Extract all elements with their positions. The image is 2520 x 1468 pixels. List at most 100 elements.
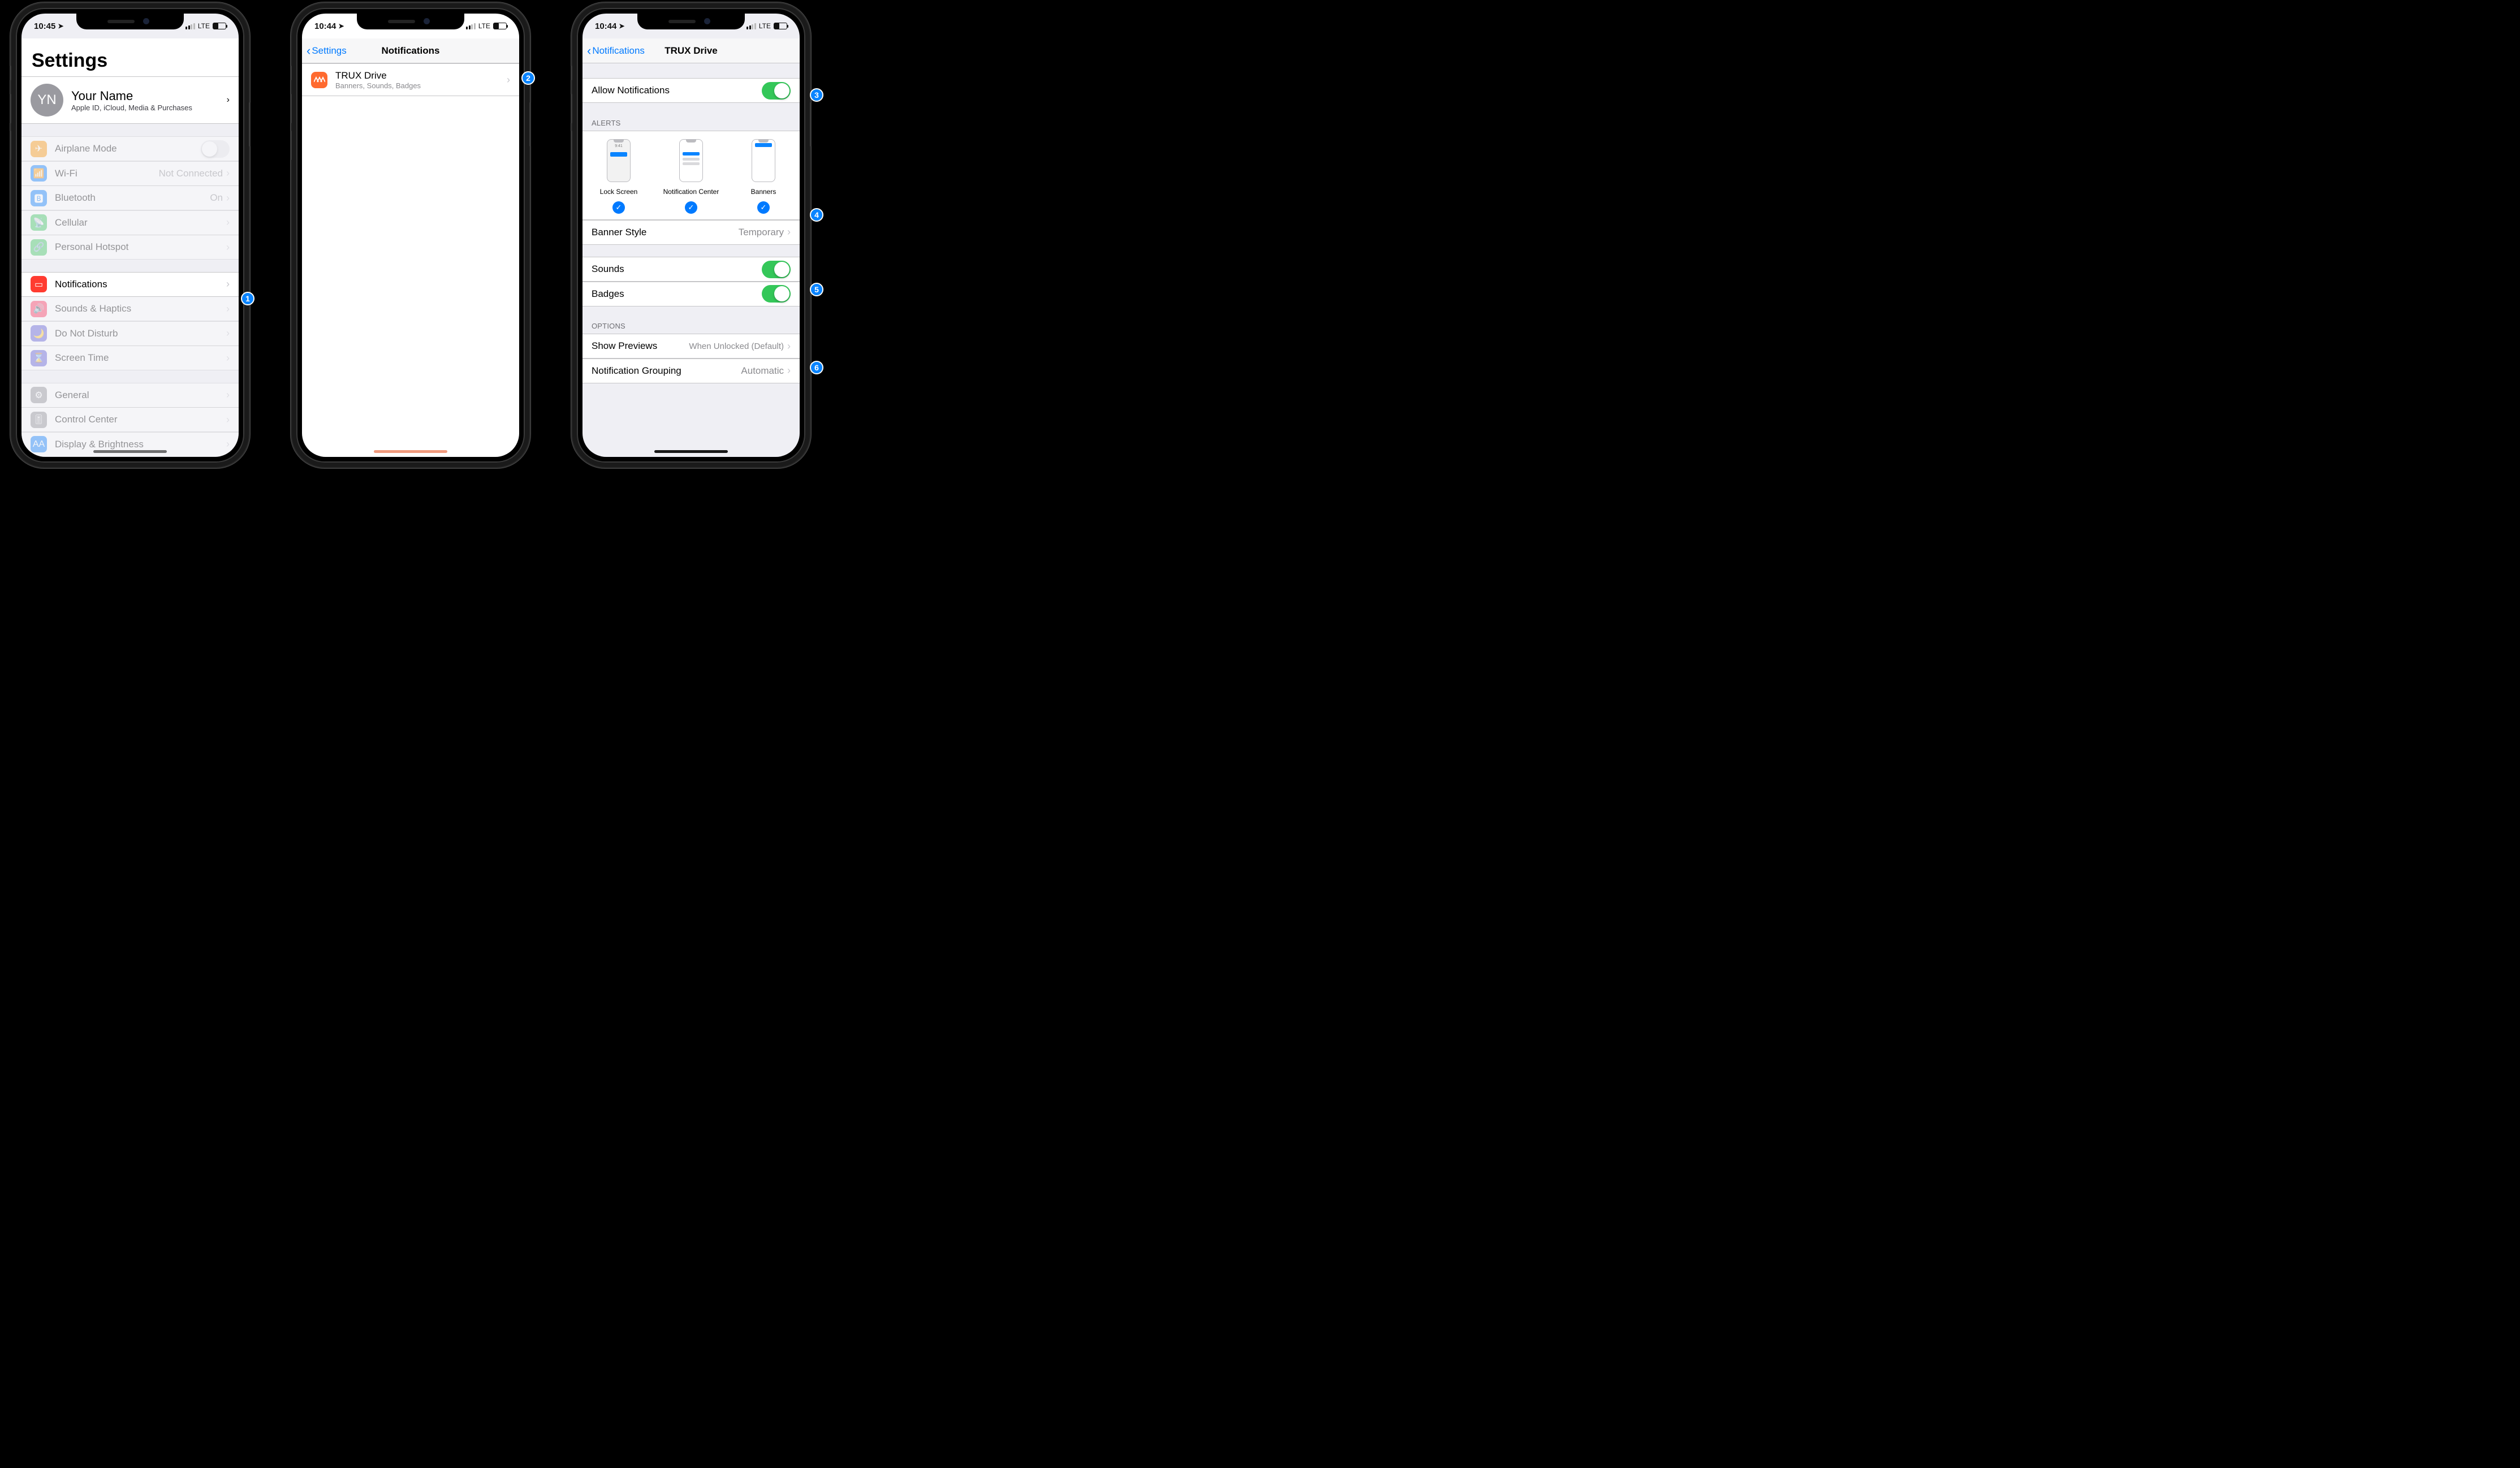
cellular-bars-icon bbox=[185, 23, 195, 29]
screen-2: 10:44 ➤ LTE ‹ Settings Notifications bbox=[302, 14, 519, 457]
row-label: Sounds & Haptics bbox=[55, 303, 226, 314]
chevron-icon: › bbox=[226, 352, 230, 364]
alert-option-notification-center[interactable]: Notification Center ✓ bbox=[655, 139, 727, 214]
volume-down bbox=[571, 131, 572, 160]
status-time: 10:44 bbox=[595, 21, 616, 31]
check-icon: ✓ bbox=[612, 201, 625, 214]
settings-row-do-not-disturb[interactable]: 🌙Do Not Disturb› bbox=[21, 321, 239, 346]
notifications-label: Notifications bbox=[55, 279, 226, 290]
notch bbox=[76, 14, 184, 29]
battery-icon bbox=[213, 23, 226, 29]
screen-1: 10:45 ➤ LTE Settings YN bbox=[21, 14, 239, 457]
chevron-icon: › bbox=[226, 414, 230, 426]
volume-up bbox=[290, 94, 292, 123]
bluetooth-icon: 🅱 bbox=[31, 190, 47, 206]
show-previews-label: Show Previews bbox=[592, 340, 689, 352]
badges-row[interactable]: Badges bbox=[582, 282, 800, 306]
location-icon: ➤ bbox=[619, 22, 624, 30]
chevron-icon: › bbox=[226, 327, 230, 339]
banner-style-row[interactable]: Banner Style Temporary › bbox=[582, 220, 800, 245]
battery-icon bbox=[493, 23, 507, 29]
settings-row-personal-hotspot[interactable]: 🔗 Personal Hotspot› bbox=[21, 235, 239, 260]
sounds-haptics-icon: 🔊 bbox=[31, 301, 47, 317]
cellular-bars-icon bbox=[466, 23, 476, 29]
show-previews-value: When Unlocked (Default) bbox=[689, 342, 784, 351]
settings-row-general[interactable]: ⚙General› bbox=[21, 383, 239, 408]
callout-3: 3 bbox=[810, 88, 823, 102]
show-previews-row[interactable]: Show Previews When Unlocked (Default) › bbox=[582, 334, 800, 359]
notch bbox=[357, 14, 464, 29]
volume-down bbox=[10, 131, 11, 160]
settings-row-cellular[interactable]: 📡Cellular› bbox=[21, 210, 239, 235]
allow-notifications-label: Allow Notifications bbox=[592, 85, 762, 96]
power-button bbox=[810, 102, 812, 146]
notifications-row[interactable]: ▭ Notifications › bbox=[21, 272, 239, 297]
chevron-icon: › bbox=[226, 278, 230, 290]
personal-hotspot-icon: 🔗 bbox=[31, 239, 47, 256]
settings-row-screen-time[interactable]: ⌛ Screen Time› bbox=[21, 346, 239, 370]
banner-style-value: Temporary bbox=[739, 227, 784, 238]
allow-notifications-switch[interactable] bbox=[762, 82, 791, 100]
chevron-icon: › bbox=[226, 192, 230, 204]
cellular-bars-icon bbox=[746, 23, 756, 29]
row-label: Cellular bbox=[55, 217, 226, 228]
row-label: General bbox=[55, 390, 226, 401]
location-icon: ➤ bbox=[338, 22, 344, 30]
row-value: On bbox=[210, 192, 223, 204]
screen-time-icon: ⌛ bbox=[31, 350, 47, 366]
phone-1: 10:45 ➤ LTE Settings YN bbox=[11, 3, 249, 467]
chevron-icon: › bbox=[226, 389, 230, 401]
chevron-icon: › bbox=[787, 365, 791, 377]
volume-up bbox=[571, 94, 572, 123]
sounds-label: Sounds bbox=[592, 264, 762, 275]
notifications-icon: ▭ bbox=[31, 276, 47, 292]
notification-grouping-value: Automatic bbox=[741, 365, 784, 377]
profile-row[interactable]: YN Your Name Apple ID, iCloud, Media & P… bbox=[21, 76, 239, 124]
sounds-row[interactable]: Sounds bbox=[582, 257, 800, 282]
settings-row-airplane-mode[interactable]: ✈Airplane Mode bbox=[21, 136, 239, 161]
toggle-switch[interactable] bbox=[201, 140, 230, 158]
row-label: Personal Hotspot bbox=[55, 241, 226, 253]
home-indicator[interactable] bbox=[654, 450, 728, 453]
chevron-icon: › bbox=[227, 95, 230, 105]
profile-subtitle: Apple ID, iCloud, Media & Purchases bbox=[71, 103, 227, 112]
settings-row-control-center[interactable]: 🎚Control Center› bbox=[21, 407, 239, 432]
control-center-icon: 🎚 bbox=[31, 412, 47, 428]
settings-scroll[interactable]: Settings YN Your Name Apple ID, iCloud, … bbox=[21, 38, 239, 457]
row-label: Screen Time bbox=[55, 352, 226, 364]
status-time: 10:45 bbox=[34, 21, 55, 31]
callout-5: 5 bbox=[810, 283, 823, 296]
apps-list[interactable]: TRUX Drive Banners, Sounds, Badges › bbox=[302, 63, 519, 457]
lock-screen-label: Lock Screen bbox=[583, 188, 655, 196]
volume-up bbox=[10, 94, 11, 123]
allow-notifications-row[interactable]: Allow Notifications bbox=[582, 78, 800, 103]
navbar: ‹ Notifications TRUX Drive bbox=[582, 38, 800, 63]
volume-down bbox=[290, 131, 292, 160]
sounds-switch[interactable] bbox=[762, 261, 791, 278]
alert-option-banners[interactable]: Banners ✓ bbox=[728, 139, 800, 214]
alert-option-lock-screen[interactable]: Lock Screen ✓ bbox=[583, 139, 655, 214]
badges-switch[interactable] bbox=[762, 285, 791, 303]
settings-row-wi-fi[interactable]: 📶Wi-FiNot Connected› bbox=[21, 161, 239, 186]
chevron-icon: › bbox=[226, 167, 230, 179]
settings-row-bluetooth[interactable]: 🅱 BluetoothOn› bbox=[21, 185, 239, 210]
chevron-icon: › bbox=[787, 226, 791, 238]
chevron-icon: › bbox=[787, 340, 791, 352]
row-label: Wi-Fi bbox=[55, 168, 159, 179]
app-trux-drive-row[interactable]: TRUX Drive Banners, Sounds, Badges › bbox=[302, 63, 519, 96]
notification-grouping-row[interactable]: Notification Grouping Automatic › bbox=[582, 359, 800, 383]
chevron-icon: › bbox=[226, 241, 230, 253]
options-header: OPTIONS bbox=[582, 318, 800, 334]
home-indicator[interactable] bbox=[93, 450, 167, 453]
nav-title: TRUX Drive bbox=[582, 45, 800, 57]
row-label: Bluetooth bbox=[55, 192, 210, 204]
display-brightness-icon: AA bbox=[31, 436, 47, 452]
nav-title: Notifications bbox=[302, 45, 519, 57]
app-notif-settings[interactable]: Allow Notifications ALERTS Lock Screen ✓… bbox=[582, 63, 800, 457]
mute-switch bbox=[290, 66, 292, 80]
mute-switch bbox=[571, 66, 572, 80]
home-indicator[interactable] bbox=[374, 450, 447, 453]
settings-row-sounds-haptics[interactable]: 🔊Sounds & Haptics› bbox=[21, 296, 239, 321]
callout-4: 4 bbox=[810, 208, 823, 222]
status-time: 10:44 bbox=[314, 21, 336, 31]
